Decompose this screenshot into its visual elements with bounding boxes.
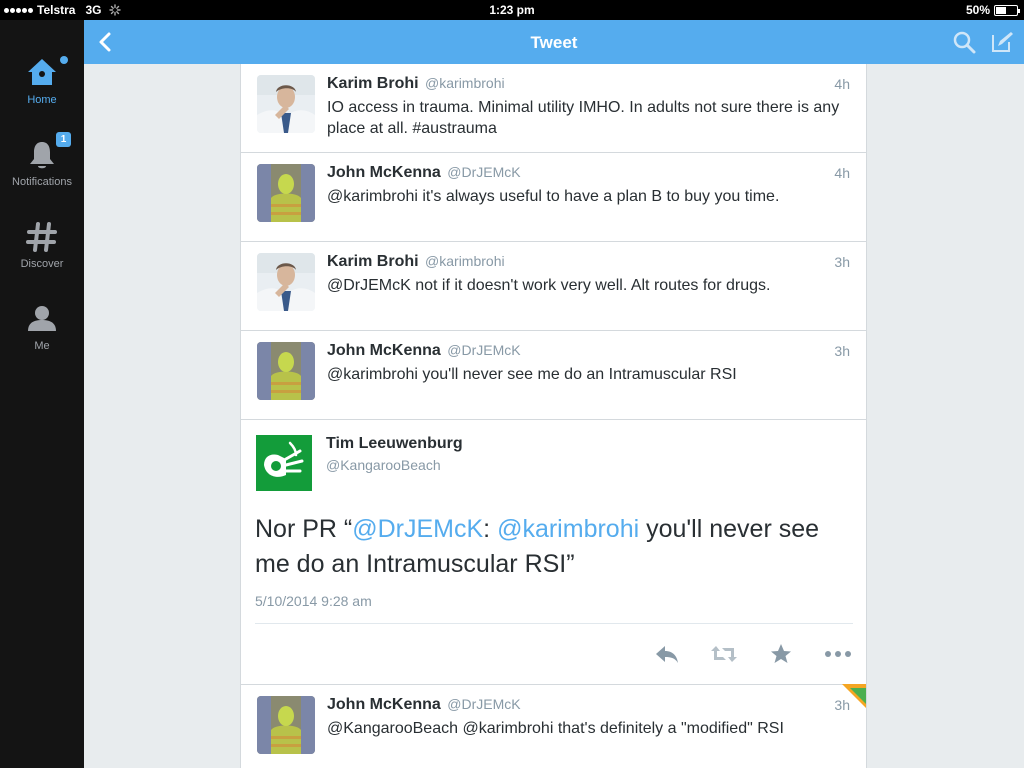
tweet-text: @karimbrohi it's always useful to have a… — [327, 188, 780, 205]
tweet-author[interactable]: Karim Brohi — [327, 75, 419, 92]
tweet-text: @KangarooBeach @karimbrohi that's defini… — [327, 720, 784, 737]
tweet-item[interactable]: John McKenna @DrJEMcK 3h @KangarooBeach … — [241, 685, 866, 768]
tweet-item[interactable]: John McKenna @DrJEMcK 4h @karimbrohi it'… — [241, 153, 866, 242]
search-icon[interactable] — [952, 30, 976, 54]
retweet-icon[interactable] — [710, 642, 738, 666]
tweet-author[interactable]: John McKenna — [327, 164, 441, 181]
tweet-handle[interactable]: @karimbrohi — [425, 253, 505, 269]
avatar[interactable] — [257, 164, 315, 222]
avatar[interactable] — [257, 342, 315, 400]
tweet-time: 3h — [834, 254, 850, 270]
sidebar-item-discover[interactable]: Discover — [0, 220, 84, 270]
tweet-author[interactable]: Karim Brohi — [327, 253, 419, 270]
avatar[interactable] — [257, 253, 315, 311]
nav-bar: Tweet — [84, 20, 1024, 64]
avatar[interactable] — [256, 435, 312, 491]
home-new-indicator — [60, 56, 68, 64]
tweet-handle[interactable]: @DrJEMcK — [447, 164, 520, 180]
person-icon — [0, 302, 84, 336]
notifications-badge: 1 — [56, 132, 71, 147]
battery-percent: 50% — [965, 3, 990, 17]
tweet-author[interactable]: John McKenna — [327, 696, 441, 713]
home-icon — [0, 56, 84, 90]
avatar[interactable] — [257, 696, 315, 754]
more-icon[interactable] — [824, 642, 852, 666]
tweet-text: @DrJEMcK not if it doesn't work very wel… — [327, 277, 771, 294]
tweet-time: 4h — [834, 76, 850, 92]
bell-icon: 1 — [0, 132, 84, 172]
status-bar: Telstra 3G 1:23 pm 50% — [0, 0, 1024, 20]
sidebar-item-label: Home — [27, 94, 57, 106]
tweet-author[interactable]: Tim Leeuwenburg — [326, 435, 463, 453]
tweet-item[interactable]: Karim Brohi @karimbrohi 4h IO access in … — [241, 64, 866, 153]
sidebar: Home 1 Notifications Discover Me — [0, 20, 84, 768]
conversation-view[interactable]: Karim Brohi @karimbrohi 4h IO access in … — [84, 64, 1024, 768]
tweet-detail: Tim Leeuwenburg @KangarooBeach Nor PR “@… — [241, 420, 866, 685]
avatar[interactable] — [257, 75, 315, 133]
sidebar-item-label: Notifications — [12, 176, 72, 188]
sidebar-item-label: Discover — [20, 258, 64, 270]
sidebar-item-label: Me — [34, 340, 50, 352]
sidebar-item-notifications[interactable]: 1 Notifications — [0, 132, 84, 188]
tweet-handle[interactable]: @DrJEMcK — [447, 696, 520, 712]
page-title: Tweet — [530, 33, 578, 52]
reply-icon[interactable] — [653, 642, 681, 666]
tweet-text: IO access in trauma. Minimal utility IMH… — [327, 99, 840, 137]
compose-icon[interactable] — [990, 30, 1014, 54]
battery-icon — [994, 4, 1020, 16]
sidebar-item-me[interactable]: Me — [0, 302, 84, 352]
tweet-time: 4h — [834, 165, 850, 181]
sidebar-item-home[interactable]: Home — [0, 56, 84, 106]
tweet-handle[interactable]: @karimbrohi — [425, 75, 505, 91]
conversation-corner-flag-inner — [850, 688, 866, 704]
tweet-item[interactable]: John McKenna @DrJEMcK 3h @karimbrohi you… — [241, 331, 866, 420]
tweet-handle[interactable]: @DrJEMcK — [447, 342, 520, 358]
tweet-column: Karim Brohi @karimbrohi 4h IO access in … — [240, 64, 867, 768]
tweet-author[interactable]: John McKenna — [327, 342, 441, 359]
tweet-text: @karimbrohi you'll never see me do an In… — [327, 366, 737, 383]
hashtag-icon — [0, 220, 84, 254]
mention-link[interactable]: @DrJEMcK — [352, 515, 483, 543]
favorite-icon[interactable] — [767, 642, 795, 666]
mention-link[interactable]: @karimbrohi — [497, 515, 639, 543]
tweet-time: 3h — [834, 343, 850, 359]
tweet-text: Nor PR “@DrJEMcK: @karimbrohi you'll nev… — [255, 512, 855, 582]
clock: 1:23 pm — [489, 3, 535, 17]
tweet-timestamp: 5/10/2014 9:28 am — [255, 593, 372, 609]
tweet-text-colon: : — [483, 515, 498, 543]
tweet-handle[interactable]: @KangarooBeach — [326, 457, 441, 473]
tweet-text-prefix: Nor PR “ — [255, 515, 353, 543]
divider — [255, 623, 853, 624]
tweet-item[interactable]: Karim Brohi @karimbrohi 3h @DrJEMcK not … — [241, 242, 866, 331]
